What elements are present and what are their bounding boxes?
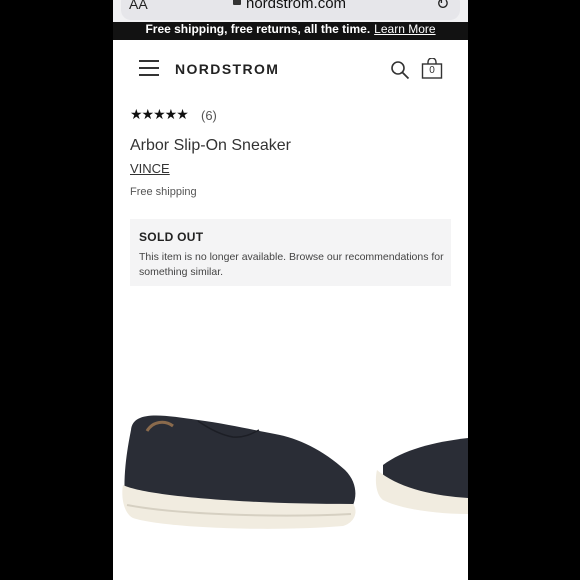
product-image — [122, 415, 468, 529]
rating-count[interactable]: (6) — [201, 108, 217, 123]
lock-icon — [233, 0, 241, 5]
product-title: Arbor Slip-On Sneaker — [130, 137, 291, 154]
hamburger-menu-icon[interactable] — [139, 60, 159, 76]
brand-link[interactable]: VINCE — [130, 161, 170, 176]
product-image-carousel[interactable] — [113, 300, 468, 580]
shopping-bag-icon[interactable]: 0 — [421, 57, 443, 80]
promo-banner: Free shipping, free returns, all the tim… — [113, 22, 468, 40]
sold-out-message: This item is no longer available. Browse… — [139, 251, 444, 278]
rating-stars[interactable]: ★★★★★ — [130, 106, 189, 123]
site-header: NORDSTROM 0 — [113, 40, 468, 98]
sold-out-notice: SOLD OUT This item is no longer availabl… — [130, 219, 451, 286]
shipping-info: Free shipping — [130, 186, 197, 198]
learn-more-link[interactable]: Learn More — [374, 22, 435, 36]
phone-screen: AA nordstrom.com ↻ Free shipping, free r… — [113, 0, 468, 580]
url-text[interactable]: nordstrom.com — [246, 0, 346, 12]
promo-text: Free shipping, free returns, all the tim… — [145, 22, 371, 36]
bag-count: 0 — [429, 65, 435, 76]
sold-out-title: SOLD OUT — [139, 230, 204, 244]
search-icon[interactable] — [390, 60, 410, 80]
text-size-button[interactable]: AA — [129, 0, 148, 12]
nordstrom-logo[interactable]: NORDSTROM — [175, 61, 279, 77]
reload-icon[interactable]: ↻ — [436, 0, 449, 14]
browser-address-bar: AA nordstrom.com ↻ — [113, 0, 468, 22]
